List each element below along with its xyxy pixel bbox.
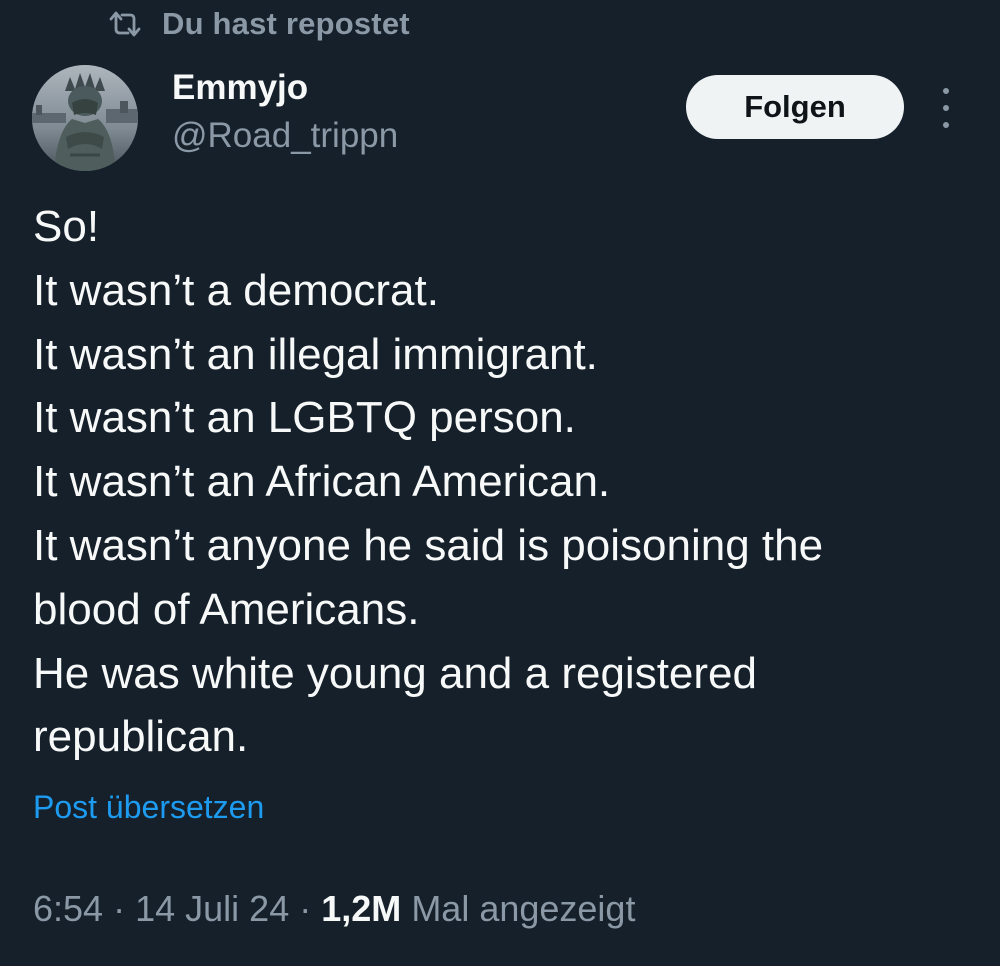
meta-separator: · [113,888,126,929]
post-text-line: It wasn’t an African American. [33,457,611,507]
post-text-line: It wasn’t an LGBTQ person. [33,393,576,443]
author-name[interactable]: Emmyjo [172,68,308,108]
post-date[interactable]: 14 Juli 24 [135,888,289,929]
post-text-line: So! [33,202,100,251]
more-dot [943,122,949,128]
more-vertical-icon[interactable] [928,88,964,128]
views-label[interactable]: Mal angezeigt [411,888,635,929]
translate-post-link[interactable]: Post übersetzen [33,789,264,826]
author-handle[interactable]: @Road_trippn [172,116,398,156]
repost-icon [108,9,142,39]
repost-context: Du hast repostet [108,4,410,44]
views-spacer [401,888,411,929]
post-text-line: It wasn’t an illegal immigrant. [33,329,598,379]
follow-button[interactable]: Folgen [686,75,904,139]
post-text: So! It wasn’t a democrat. It wasn’t an i… [33,195,973,769]
post-time[interactable]: 6:54 [33,888,103,929]
post-text-line: blood of Americans. [33,584,420,634]
more-dot [943,88,949,94]
avatar[interactable] [32,65,138,171]
post-text-line: It wasn’t anyone he said is poisoning th… [33,520,824,570]
post-text-line: It wasn’t a democrat. [33,265,439,315]
post-text-line: republican. [33,712,249,762]
post-text-line: He was white young and a registered [33,648,757,698]
meta-separator: · [299,888,312,929]
more-dot [943,105,949,111]
views-count[interactable]: 1,2M [321,888,401,929]
post-meta: 6:54 · 14 Juli 24 · 1,2M Mal angezeigt [33,888,635,930]
repost-label: Du hast repostet [162,6,410,41]
